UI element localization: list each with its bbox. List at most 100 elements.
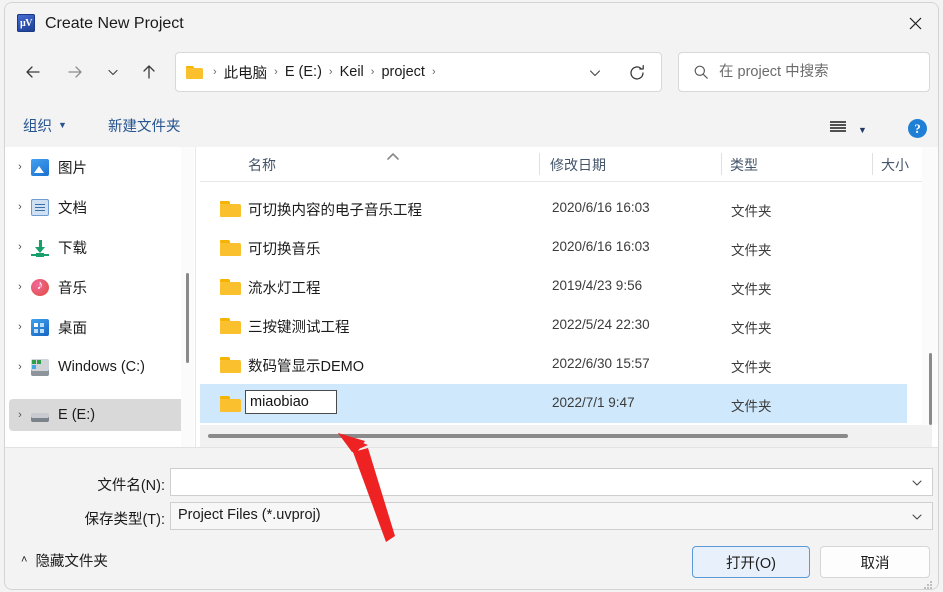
breadcrumb-item-2[interactable]: Keil: [340, 64, 364, 80]
column-header-date[interactable]: 修改日期: [550, 155, 606, 175]
sidebar-item-pictures[interactable]: › 图片: [9, 151, 187, 183]
file-date: 2022/5/24 22:30: [552, 317, 650, 332]
file-type: 文件夹: [731, 360, 772, 375]
new-folder-label: 新建文件夹: [108, 118, 181, 135]
help-icon[interactable]: ?: [908, 119, 927, 138]
keil-uvision-icon: [17, 14, 35, 32]
filetype-select[interactable]: Project Files (*.uvproj): [170, 502, 933, 530]
sidebar-item-drive-e[interactable]: › E (E:): [9, 399, 187, 431]
create-new-project-dialog: Create New Project: [4, 2, 939, 590]
sort-ascending-icon: [386, 148, 400, 160]
sidebar-item-label: 下载: [58, 240, 87, 257]
folder-icon: [220, 201, 241, 217]
sidebar-item-downloads[interactable]: › 下载: [9, 231, 187, 263]
hide-folders-toggle[interactable]: ˄ 隐藏文件夹: [21, 549, 108, 571]
rename-input[interactable]: miaobiao: [245, 390, 337, 414]
chevron-right-icon[interactable]: ›: [9, 241, 31, 253]
window-title: Create New Project: [45, 15, 184, 32]
drive-c-icon: [31, 358, 49, 376]
column-divider[interactable]: [539, 153, 540, 175]
filename-label: 文件名(N):: [97, 478, 165, 494]
folder-icon: [220, 357, 241, 373]
folder-icon: [220, 240, 241, 256]
file-date: 2019/4/23 9:56: [552, 278, 643, 293]
search-input[interactable]: 在 project 中搜索: [678, 52, 930, 92]
chevron-right-icon[interactable]: ›: [9, 361, 31, 373]
chevron-right-icon[interactable]: ›: [9, 161, 31, 173]
breadcrumb-item-3[interactable]: project: [381, 64, 425, 80]
refresh-icon[interactable]: [627, 63, 647, 83]
chevron-right-icon[interactable]: ›: [9, 409, 31, 421]
chevron-down-icon: ▼: [58, 120, 67, 130]
recent-locations-chevron-down-icon[interactable]: [101, 56, 125, 88]
file-list: 名称 修改日期 类型 大小 可切换内容的电子音乐工程 2020/6/16 16:…: [200, 147, 938, 447]
folder-icon: [220, 396, 241, 412]
table-row[interactable]: 可切换内容的电子音乐工程 2020/6/16 16:03 文件夹: [200, 189, 907, 228]
organize-button[interactable]: 组织 ▼: [23, 113, 67, 137]
new-folder-button[interactable]: 新建文件夹: [108, 113, 181, 137]
file-form: 文件名(N): 保存类型(T): Project Files (*.uvproj…: [5, 447, 938, 532]
command-toolbar: 组织 ▼ 新建文件夹: [5, 103, 938, 148]
chevron-down-icon[interactable]: [910, 510, 924, 524]
search-icon: [693, 64, 709, 80]
breadcrumb: › 此电脑 › E (E:) › Keil › project ›: [186, 53, 443, 91]
file-dialog-screenshot: Create New Project: [0, 0, 943, 592]
breadcrumb-separator-2: ›: [328, 65, 333, 78]
table-row[interactable]: 可切换音乐 2020/6/16 16:03 文件夹: [200, 228, 907, 267]
up-arrow-icon[interactable]: [133, 56, 165, 88]
file-list-horizontal-scrollbar-thumb[interactable]: [208, 434, 848, 438]
column-divider[interactable]: [872, 153, 873, 175]
chevron-right-icon[interactable]: ›: [9, 281, 31, 293]
chevron-right-icon[interactable]: ›: [9, 321, 31, 333]
sidebar-item-windows-c[interactable]: › Windows (C:): [9, 351, 187, 383]
file-name: 数码管显示DEMO: [248, 359, 364, 375]
sidebar-item-music[interactable]: › 音乐: [9, 271, 187, 303]
sidebar-item-documents[interactable]: › 文档: [9, 191, 187, 223]
downloads-icon: [31, 239, 49, 256]
column-header-size[interactable]: 大小: [881, 155, 909, 175]
table-row-selected[interactable]: miaobiao 2022/7/1 9:47 文件夹: [200, 384, 907, 423]
file-date: 2020/6/16 16:03: [552, 200, 650, 215]
view-chevron-down-icon[interactable]: ▼: [858, 125, 867, 135]
folder-icon: [220, 279, 241, 295]
breadcrumb-separator-4: ›: [431, 65, 436, 78]
file-type: 文件夹: [731, 204, 772, 219]
filename-input[interactable]: [170, 468, 933, 496]
column-header-type[interactable]: 类型: [730, 155, 758, 175]
desktop-icon: [31, 318, 49, 336]
address-bar[interactable]: › 此电脑 › E (E:) › Keil › project ›: [175, 52, 662, 92]
forward-arrow-icon[interactable]: [59, 56, 91, 88]
sidebar-item-label: E (E:): [58, 407, 96, 423]
sidebar-scrollbar-thumb[interactable]: [186, 273, 189, 363]
sidebar-item-label: 桌面: [58, 320, 87, 337]
table-row[interactable]: 数码管显示DEMO 2022/6/30 15:57 文件夹: [200, 345, 907, 384]
content-panes: › 图片 › 文档 › 下载 › 音乐: [5, 147, 938, 447]
column-header-name[interactable]: 名称: [248, 155, 276, 175]
breadcrumb-separator-1: ›: [274, 65, 278, 78]
view-list-icon[interactable]: [829, 120, 847, 134]
resize-grip-icon[interactable]: [923, 577, 933, 589]
cancel-button[interactable]: 取消: [820, 546, 930, 578]
table-row[interactable]: 三按键测试工程 2022/5/24 22:30 文件夹: [200, 306, 907, 345]
filetype-value: Project Files (*.uvproj): [178, 507, 321, 523]
music-icon: [31, 277, 49, 296]
sidebar-item-desktop[interactable]: › 桌面: [9, 311, 187, 343]
column-divider[interactable]: [721, 153, 722, 175]
close-icon[interactable]: [892, 3, 938, 43]
file-list-vertical-scrollbar-thumb[interactable]: [929, 353, 932, 425]
chevron-down-icon[interactable]: [910, 476, 924, 490]
folder-icon: [186, 65, 203, 79]
open-button[interactable]: 打开(O): [692, 546, 810, 578]
sidebar-item-label: 图片: [58, 160, 87, 177]
address-chevron-down-icon[interactable]: [587, 65, 603, 81]
chevron-right-icon[interactable]: ›: [9, 201, 31, 213]
folder-icon: [220, 318, 241, 334]
drive-e-icon: [31, 412, 49, 422]
breadcrumb-item-1[interactable]: E (E:): [285, 64, 322, 80]
table-row[interactable]: 流水灯工程 2019/4/23 9:56 文件夹: [200, 267, 907, 306]
file-type: 文件夹: [731, 282, 772, 297]
navigation-pane: › 图片 › 文档 › 下载 › 音乐: [5, 147, 195, 447]
sidebar-item-label: 音乐: [58, 280, 87, 297]
breadcrumb-item-0[interactable]: 此电脑: [224, 62, 268, 83]
back-arrow-icon[interactable]: [17, 56, 49, 88]
